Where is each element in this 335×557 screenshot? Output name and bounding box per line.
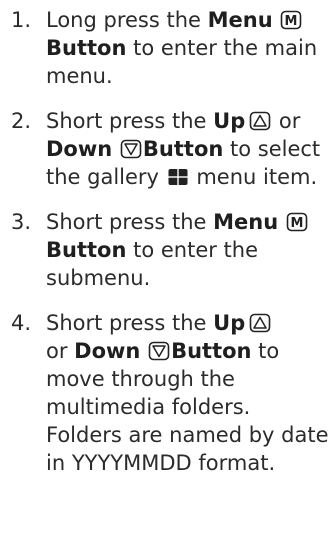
- step-text: Short press the: [46, 109, 214, 133]
- down-button-icon: [148, 341, 170, 361]
- down-label: Down: [74, 339, 141, 363]
- step-number: 1.: [11, 8, 32, 32]
- step-number: 3.: [11, 210, 32, 234]
- up-label: Up: [213, 311, 246, 335]
- up-button-icon: [249, 111, 271, 131]
- step-number: 2.: [11, 109, 32, 133]
- list-item: 2. Short press the Up or Down Button to …: [11, 109, 321, 189]
- button-label: Button: [46, 238, 127, 262]
- list-item: 1. Long press the Menu M Button to enter …: [11, 6, 329, 90]
- step-text: menu item.: [189, 165, 318, 189]
- menu-label: Menu: [213, 210, 279, 234]
- menu-button-icon: M: [280, 10, 302, 30]
- menu-button-icon: M: [286, 212, 308, 232]
- step-number: 4.: [11, 311, 32, 335]
- menu-label: Menu: [207, 8, 273, 32]
- down-button-icon: [120, 139, 142, 159]
- step-text: Long press the: [46, 8, 208, 32]
- step-text: Short press the: [46, 311, 214, 335]
- list-item: 3. Short press the Menu M Button to enter…: [11, 208, 329, 292]
- up-label: Up: [213, 109, 246, 133]
- gallery-icon: [167, 167, 189, 187]
- step-text: Short press the: [46, 210, 214, 234]
- button-label: Button: [142, 137, 224, 161]
- button-label: Button: [46, 36, 127, 60]
- down-label: Down: [46, 137, 113, 161]
- button-label: Button: [171, 339, 252, 363]
- up-button-icon: [249, 313, 271, 333]
- steps-list: 1. Long press the Menu M Button to enter …: [11, 6, 329, 477]
- instructions-page: 1. Long press the Menu M Button to enter …: [0, 0, 335, 557]
- list-item: 4. Short press the Up or Down Button to …: [11, 311, 329, 475]
- svg-text:M: M: [290, 216, 303, 231]
- svg-text:M: M: [285, 14, 298, 29]
